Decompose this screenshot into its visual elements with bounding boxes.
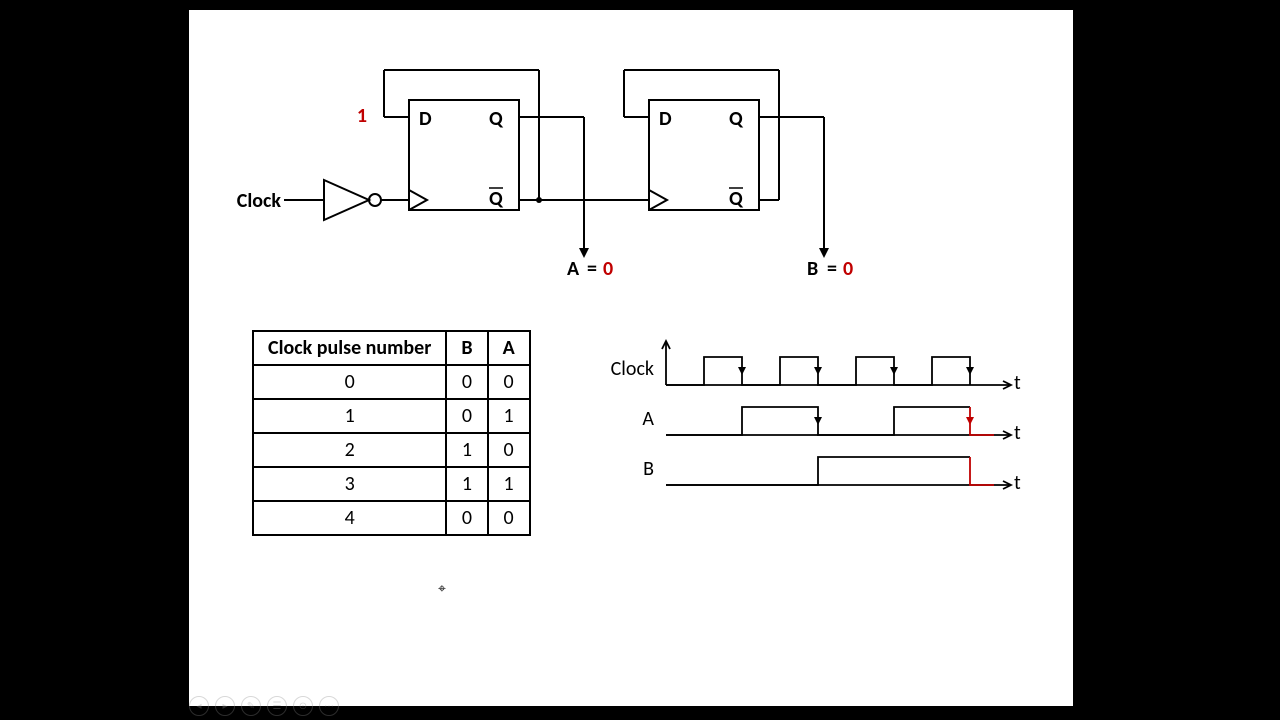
time-axis-label-1: t (1014, 371, 1021, 395)
ff1-clock-edge-icon (409, 190, 427, 210)
table-row: 101 (253, 399, 530, 433)
time-axis-label-2: t (1014, 421, 1021, 445)
output-a-eq: = (587, 257, 597, 281)
output-b-value: 0 (843, 257, 853, 281)
next-slide-button[interactable]: ▸ (215, 696, 235, 716)
table-row: 000 (253, 365, 530, 399)
state-table: Clock pulse number B A 000 101 210 311 4… (252, 330, 531, 536)
signal-label-clock: Clock (611, 357, 654, 381)
col-a: A (488, 331, 530, 365)
presenter-controls: ◂ ▸ ✎ ☰ ⊙ ⋯ (189, 696, 339, 716)
table-row: 311 (253, 467, 530, 501)
output-a-name: A (567, 257, 580, 281)
cursor-icon: ⌖ (438, 580, 446, 597)
output-b-name: B (807, 257, 818, 281)
zoom-button[interactable]: ⊙ (293, 696, 313, 716)
stage: Clock 1 D Q Q D Q Q A = 0 B = 0 Clock pu… (0, 0, 1280, 720)
ff1-d-label: D (419, 107, 432, 131)
col-clock-pulse: Clock pulse number (253, 331, 446, 365)
output-a-value: 0 (603, 257, 613, 281)
signal-label-a: A (642, 407, 654, 431)
ff2-clock-edge-icon (649, 190, 667, 210)
output-b-eq: = (827, 257, 837, 281)
table-header-row: Clock pulse number B A (253, 331, 530, 365)
col-b: B (446, 331, 487, 365)
b-waveform (666, 457, 970, 485)
prev-slide-button[interactable]: ◂ (189, 696, 209, 716)
slide-canvas: Clock 1 D Q Q D Q Q A = 0 B = 0 Clock pu… (189, 10, 1073, 706)
table-row: 400 (253, 501, 530, 535)
timing-diagram: Clock A B t t t (594, 325, 1044, 525)
active-edge-arrow-icon (966, 417, 974, 425)
ff1-qbar-label: Q (489, 187, 504, 211)
d-input-value: 1 (357, 104, 367, 128)
table-row: 210 (253, 433, 530, 467)
ff2-d-label: D (659, 107, 672, 131)
signal-label-b: B (643, 457, 654, 481)
ff2-q-label: Q (729, 107, 744, 131)
b-waveform-active (970, 457, 994, 485)
ff1-q-label: Q (489, 107, 504, 131)
a-waveform-active (970, 407, 994, 435)
inverter-icon (324, 180, 369, 220)
more-button[interactable]: ⋯ (319, 696, 339, 716)
circuit-diagram: Clock 1 D Q Q D Q Q A = 0 B = 0 (189, 10, 1073, 310)
ff2-qbar-label: Q (729, 187, 744, 211)
clock-label: Clock (237, 189, 282, 213)
time-axis-label-3: t (1014, 471, 1021, 495)
ink-button[interactable]: ✎ (241, 696, 261, 716)
notes-button[interactable]: ☰ (267, 696, 287, 716)
